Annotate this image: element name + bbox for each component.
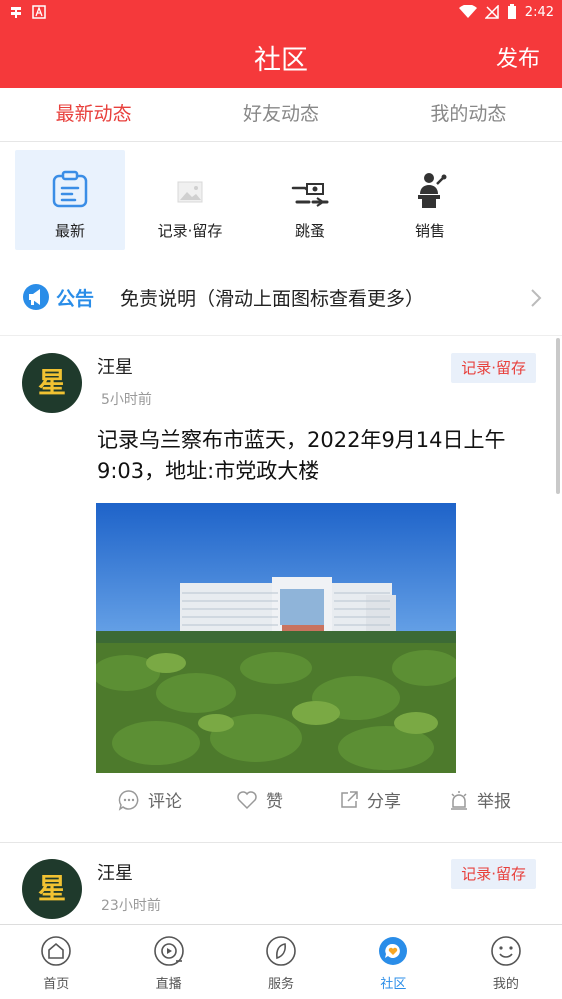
category-label: 销售 — [414, 222, 445, 240]
community-chat-icon — [379, 937, 408, 965]
page-title: 社区 — [254, 45, 308, 76]
nav-label: 服务 — [268, 977, 295, 992]
nav-community[interactable]: 社区 — [337, 925, 449, 999]
avatar[interactable]: 星 — [22, 859, 82, 919]
nav-service[interactable]: 服务 — [225, 925, 337, 999]
post-card: 星 汪星 5小时前 记录·留存 记录乌兰察布市蓝天，2022年9月14日上午9:… — [0, 337, 562, 842]
building-photo — [96, 503, 456, 773]
feed-tabs: 最新动态 好友动态 我的动态 — [0, 88, 562, 142]
nav-label: 社区 — [380, 977, 407, 992]
like-label: 赞 — [266, 792, 283, 812]
post-photo[interactable] — [96, 503, 456, 773]
notice-bar[interactable]: 公告 免责说明（滑动上面图标查看更多） — [0, 262, 562, 336]
like-button[interactable]: 赞 — [236, 787, 283, 812]
image-icon — [177, 181, 203, 203]
bug-icon — [11, 7, 21, 18]
nav-label: 首页 — [43, 977, 70, 992]
category-label: 记录·留存 — [157, 222, 223, 240]
tab-latest[interactable]: 最新动态 — [0, 88, 187, 141]
bottom-nav: 首页 直播 服务 社区 我的 — [0, 924, 562, 999]
category-bar: 最新 记录·留存 跳蚤 销售 — [0, 150, 562, 252]
alarm-icon — [451, 790, 467, 810]
share-button[interactable]: 分享 — [339, 787, 401, 812]
speaker-podium-icon — [418, 173, 447, 208]
post-category-tag[interactable]: 记录·留存 — [451, 353, 536, 383]
smile-face-icon — [491, 936, 521, 966]
category-label: 跳蚤 — [294, 222, 325, 240]
tab-friends[interactable]: 好友动态 — [187, 88, 374, 141]
chevron-right-icon — [531, 289, 542, 307]
share-icon — [341, 790, 358, 808]
comment-label: 评论 — [148, 792, 182, 812]
battery-icon — [507, 4, 516, 19]
category-record[interactable]: 记录·留存 — [135, 150, 245, 250]
category-flea[interactable]: 跳蚤 — [255, 150, 365, 250]
status-bar: 2:42 — [0, 0, 562, 26]
app-header: 社区 发布 — [0, 26, 562, 88]
nav-label: 我的 — [492, 977, 519, 992]
post-author[interactable]: 汪星 — [97, 859, 133, 885]
nav-live[interactable]: 直播 — [112, 925, 224, 999]
notepad-icon — [52, 170, 88, 208]
notice-badge: 公告 — [56, 288, 95, 310]
post-time: 5小时前 — [101, 392, 152, 408]
publish-button[interactable]: 发布 — [496, 41, 540, 73]
comment-icon — [118, 789, 139, 811]
megaphone-icon — [23, 284, 49, 310]
nav-mine[interactable]: 我的 — [450, 925, 562, 999]
category-latest[interactable]: 最新 — [15, 150, 125, 250]
letter-a-icon — [32, 5, 46, 19]
tab-mine[interactable]: 我的动态 — [375, 88, 562, 141]
comment-button[interactable]: 评论 — [118, 787, 182, 812]
category-sales[interactable]: 销售 — [375, 150, 485, 250]
home-icon — [41, 936, 72, 966]
wifi-icon — [458, 5, 477, 18]
post-category-tag[interactable]: 记录·留存 — [451, 859, 536, 889]
nav-home[interactable]: 首页 — [0, 925, 112, 999]
money-exchange-icon — [291, 183, 329, 207]
nav-label: 直播 — [155, 977, 182, 992]
post-time: 23小时前 — [101, 898, 161, 914]
report-button[interactable]: 举报 — [449, 787, 511, 812]
heart-icon — [237, 790, 257, 809]
post-content: 记录乌兰察布市蓝天，2022年9月14日上午9:03，地址:市党政大楼 — [97, 428, 506, 483]
avatar[interactable]: 星 — [22, 353, 82, 413]
live-play-icon — [153, 936, 184, 966]
category-label: 最新 — [54, 222, 85, 240]
compass-icon — [266, 936, 296, 966]
share-label: 分享 — [367, 792, 401, 812]
post-actions: 评论 赞 分享 举报 — [0, 787, 562, 827]
clock: 2:42 — [524, 4, 554, 20]
notice-text: 免责说明（滑动上面图标查看更多） — [120, 288, 425, 310]
post-card: 星 汪星 23小时前 记录·留存 — [0, 843, 562, 924]
report-label: 举报 — [477, 792, 511, 812]
no-signal-icon — [484, 5, 499, 19]
post-author[interactable]: 汪星 — [97, 353, 133, 379]
